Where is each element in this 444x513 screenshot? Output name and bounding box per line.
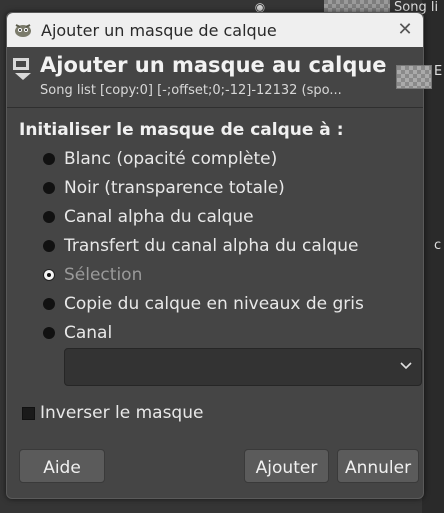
radio-button-selected[interactable] xyxy=(43,269,55,281)
layer-preview-thumbnail xyxy=(396,65,432,89)
radio-button[interactable] xyxy=(43,211,55,223)
option-layer-alpha-channel[interactable]: Canal alpha du calque xyxy=(43,205,254,229)
invert-mask-checkbox[interactable] xyxy=(22,406,35,420)
edge-label: E xyxy=(434,64,443,79)
option-selection[interactable]: Sélection xyxy=(43,263,142,287)
close-button[interactable]: ✕ xyxy=(395,20,415,40)
layer-mask-icon xyxy=(13,58,31,80)
section-label: Initialiser le masque de calque à : xyxy=(19,120,344,140)
help-button[interactable]: Aide xyxy=(19,449,105,483)
option-label: Canal alpha du calque xyxy=(64,207,254,227)
option-white-full-opacity[interactable]: Blanc (opacité complète) xyxy=(43,147,277,171)
option-channel[interactable]: Canal xyxy=(43,321,112,345)
cancel-button[interactable]: Annuler xyxy=(337,449,419,483)
edge-label-2: c xyxy=(434,238,442,253)
header-title: Ajouter un masque au calque xyxy=(40,53,387,77)
option-grayscale-copy[interactable]: Copie du calque en niveaux de gris xyxy=(43,292,364,316)
radio-button[interactable] xyxy=(43,298,55,310)
option-label: Noir (transparence totale) xyxy=(64,178,285,198)
add-layer-mask-dialog: Ajouter un masque de calque ✕ Ajouter un… xyxy=(6,12,432,499)
invert-mask-toggle[interactable]: Inverser le masque xyxy=(22,401,203,425)
option-label: Copie du calque en niveaux de gris xyxy=(64,294,364,314)
header-divider xyxy=(7,107,423,108)
invert-mask-label: Inverser le masque xyxy=(40,403,204,423)
radio-button[interactable] xyxy=(43,240,55,252)
option-label: Sélection xyxy=(64,265,143,285)
layer-subtitle: Song list [copy:0] [-;offset;0;-12]-1213… xyxy=(40,83,342,98)
option-label: Blanc (opacité complète) xyxy=(64,149,278,169)
radio-button[interactable] xyxy=(43,153,55,165)
option-label: Canal xyxy=(64,323,113,343)
radio-button[interactable] xyxy=(43,327,55,339)
gimp-icon xyxy=(15,24,31,37)
add-button[interactable]: Ajouter xyxy=(244,449,329,483)
option-black-full-transparency[interactable]: Noir (transparence totale) xyxy=(43,176,285,200)
window-title: Ajouter un masque de calque xyxy=(41,21,277,40)
chevron-down-icon xyxy=(400,362,412,370)
window-titlebar: Ajouter un masque de calque ✕ xyxy=(7,13,423,47)
option-label: Transfert du canal alpha du calque xyxy=(64,236,359,256)
option-transfer-alpha-channel[interactable]: Transfert du canal alpha du calque xyxy=(43,234,359,258)
radio-button[interactable] xyxy=(43,182,55,194)
channel-select[interactable] xyxy=(64,348,422,386)
